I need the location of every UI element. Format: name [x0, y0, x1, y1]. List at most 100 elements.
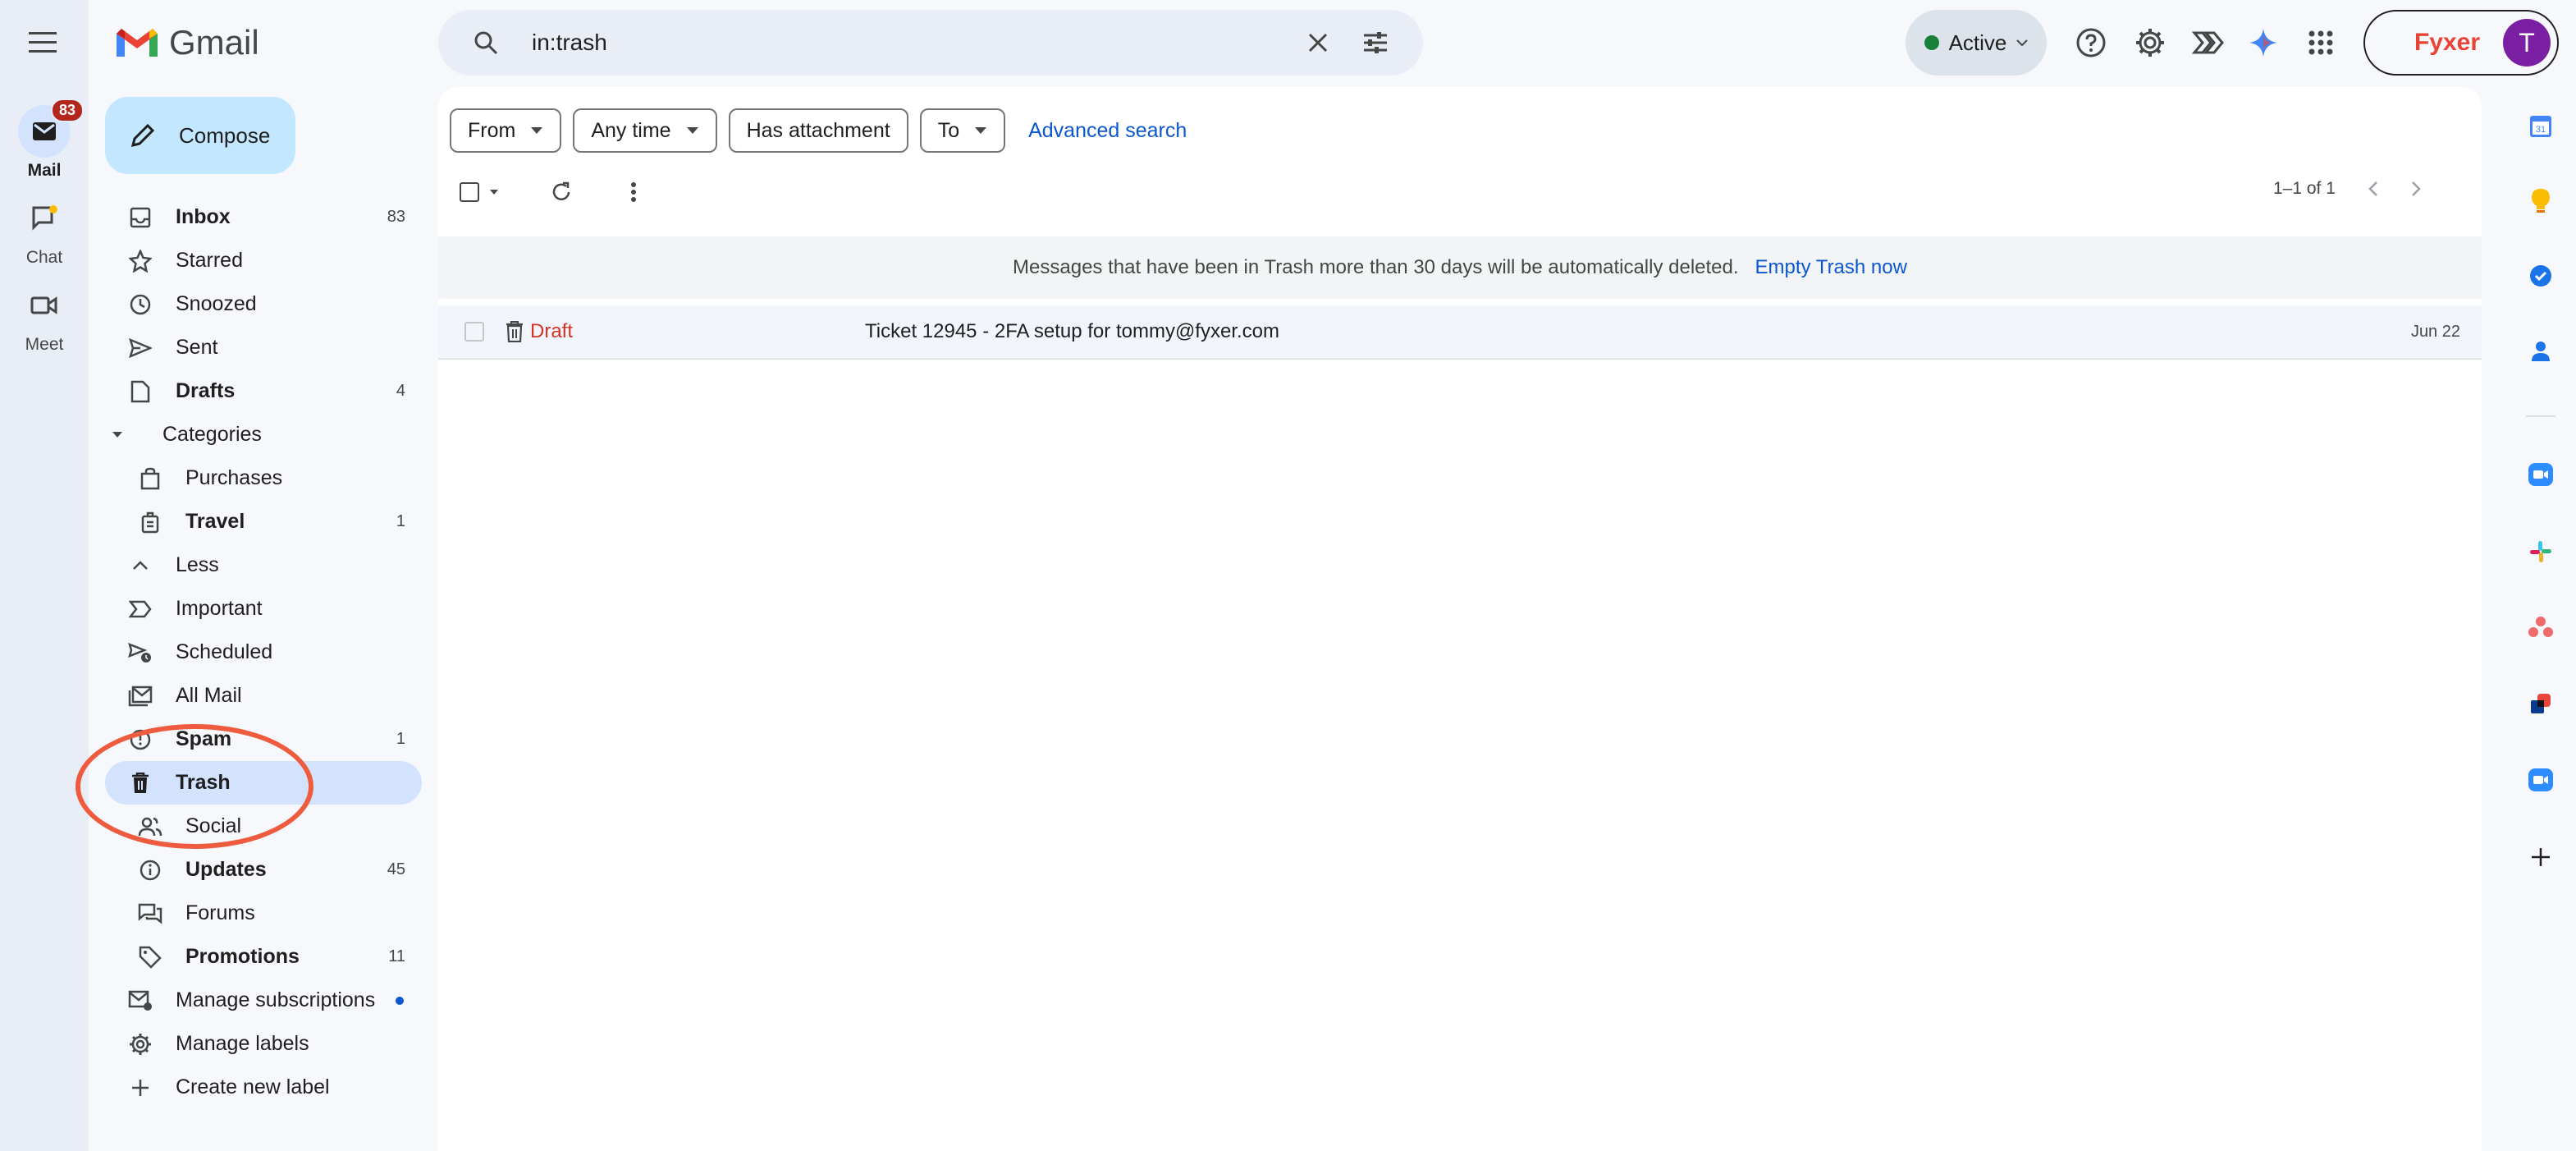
calendar-icon[interactable]: 31 [2524, 110, 2557, 143]
sidebar-item-scheduled[interactable]: Scheduled [105, 631, 422, 674]
sidebar-item-purchases[interactable]: Purchases [105, 456, 422, 500]
slack-icon[interactable] [2524, 535, 2557, 568]
integration-app-icon[interactable] [2524, 688, 2557, 721]
fyxer-account-button[interactable]: Fyxer T [2363, 10, 2559, 76]
promotions-count: 11 [388, 947, 405, 965]
sidebar-item-label: Social [185, 814, 242, 837]
filter-to[interactable]: To [919, 108, 1006, 153]
sidebar-item-label: Important [176, 597, 263, 620]
select-all-checkbox[interactable] [460, 182, 499, 202]
settings-gear-icon[interactable] [2127, 20, 2173, 66]
sidebar-item-label: Spam [176, 727, 232, 750]
search-input[interactable]: in:trash [532, 30, 1295, 56]
forum-icon [138, 901, 162, 926]
sidebar-item-promotions[interactable]: Promotions 11 [105, 935, 422, 979]
rail-chat[interactable]: Chat [0, 192, 89, 268]
fyxer-extension-icon[interactable] [2185, 20, 2231, 66]
sidebar-item-forums[interactable]: Forums [105, 892, 422, 935]
sidebar-item-social[interactable]: Social [105, 805, 422, 848]
chevron-left-icon[interactable] [2368, 181, 2378, 197]
sidebar-item-travel[interactable]: Travel 1 [105, 500, 422, 543]
rail-mail-label: Mail [27, 161, 62, 180]
row-checkbox[interactable] [464, 322, 484, 342]
sidebar-item-label: Snoozed [176, 292, 257, 315]
rail-chat-label: Chat [25, 248, 63, 267]
scheduled-send-icon [128, 640, 153, 665]
sidebar-item-sent[interactable]: Sent [105, 326, 422, 369]
info-icon [138, 858, 162, 883]
row-sender-label: Draft [530, 320, 574, 342]
help-icon[interactable] [2068, 20, 2114, 66]
sidebar-item-inbox[interactable]: Inbox 83 [105, 195, 422, 239]
pencil-icon [130, 123, 155, 148]
sidebar-item-label: Manage labels [176, 1032, 309, 1055]
filter-from-label: From [468, 118, 516, 142]
contacts-person-icon[interactable] [2524, 335, 2557, 368]
keep-bulb-icon[interactable] [2524, 184, 2557, 217]
chevron-right-icon[interactable] [2411, 181, 2421, 197]
rail-meet[interactable]: Meet [0, 279, 89, 355]
filter-from[interactable]: From [450, 108, 562, 153]
empty-trash-button[interactable]: Empty Trash now [1755, 256, 1907, 279]
caret-down-icon [490, 190, 498, 195]
more-options-icon[interactable] [615, 174, 652, 210]
table-row[interactable]: Draft Ticket 12945 - 2FA setup for tommy… [438, 305, 2482, 360]
main-menu-icon[interactable] [20, 20, 66, 66]
add-addon-plus-icon[interactable] [2524, 841, 2557, 874]
sidebar-item-snoozed[interactable]: Snoozed [105, 282, 422, 326]
caret-down-icon [531, 127, 543, 134]
gmail-m-icon [117, 29, 158, 57]
zoom-video-icon[interactable] [2524, 764, 2557, 796]
sidebar-item-less[interactable]: Less [105, 543, 422, 587]
asana-icon[interactable] [2524, 611, 2557, 644]
status-selector[interactable]: Active [1906, 10, 2047, 76]
sidebar-item-manage-labels[interactable]: Manage labels [105, 1022, 422, 1066]
row-date: Jun 22 [2410, 322, 2460, 341]
sidebar-item-important[interactable]: Important [105, 587, 422, 631]
clear-search-icon[interactable] [1295, 20, 1341, 66]
app-rail: 83 Mail Chat Meet [0, 0, 89, 1151]
sidebar-item-manage-subscriptions[interactable]: Manage subscriptions [105, 979, 422, 1022]
sidebar-item-label: Forums [185, 901, 255, 924]
search-bar[interactable]: in:trash [438, 10, 1423, 76]
zoom-video-icon[interactable] [2524, 458, 2557, 491]
apps-grid-icon[interactable] [2298, 20, 2344, 66]
sidebar-item-label: Purchases [185, 466, 283, 489]
gmail-logo[interactable]: Gmail [115, 20, 259, 66]
compose-button[interactable]: Compose [105, 97, 295, 174]
chevron-down-icon [2016, 39, 2029, 47]
sidebar-item-starred[interactable]: Starred [105, 239, 422, 282]
sidebar-item-categories[interactable]: Categories [105, 413, 422, 456]
sidebar-item-label: Scheduled [176, 640, 273, 663]
filter-to-label: To [937, 118, 960, 142]
sidebar-item-drafts[interactable]: Drafts 4 [105, 369, 422, 413]
sidebar-item-create-label[interactable]: Create new label [105, 1066, 422, 1109]
search-options-icon[interactable] [1352, 20, 1398, 66]
sidebar-item-all-mail[interactable]: All Mail [105, 674, 422, 718]
filter-has-attachment-label: Has attachment [746, 118, 890, 142]
trash-info-banner: Messages that have been in Trash more th… [438, 236, 2482, 299]
refresh-icon[interactable] [543, 174, 579, 210]
tasks-check-icon[interactable] [2524, 259, 2557, 292]
sidebar-item-trash[interactable]: Trash [105, 761, 422, 805]
search-icon[interactable] [463, 20, 509, 66]
avatar[interactable]: T [2503, 19, 2551, 66]
caret-down-icon [686, 127, 698, 134]
filter-has-attachment[interactable]: Has attachment [728, 108, 908, 153]
spam-report-icon [128, 727, 153, 752]
inbox-count: 83 [387, 208, 405, 226]
rail-meet-label: Meet [25, 335, 64, 354]
gear-icon [128, 1032, 153, 1057]
sidebar-item-updates[interactable]: Updates 45 [105, 848, 422, 892]
sidebar-item-spam[interactable]: Spam 1 [105, 718, 422, 761]
send-icon [128, 336, 153, 360]
advanced-search-link[interactable]: Advanced search [1028, 119, 1187, 143]
filter-any-time[interactable]: Any time [573, 108, 717, 153]
inbox-icon [128, 205, 153, 230]
people-icon [138, 814, 162, 839]
gemini-sparkle-icon[interactable] [2240, 20, 2286, 66]
spam-count: 1 [396, 730, 405, 748]
sidebar-item-label: Drafts [176, 379, 236, 402]
rail-mail[interactable]: 83 Mail [0, 99, 89, 181]
manage-subscriptions-icon [128, 988, 153, 1013]
